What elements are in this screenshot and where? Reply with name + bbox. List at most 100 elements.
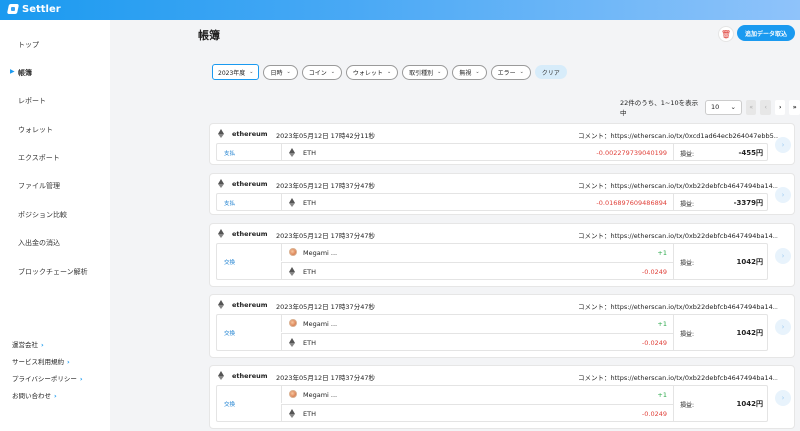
transaction-datetime: 2023年05月12日 17時37分47秒 — [276, 303, 375, 311]
sidebar-item-blockchain-analysis[interactable]: ブロックチェーン解析 — [18, 267, 88, 277]
nft-icon — [289, 390, 297, 398]
first-page-button[interactable]: « — [745, 99, 757, 115]
delete-button[interactable]: 🗑 — [718, 26, 734, 42]
filter-ignore[interactable]: 無視 ⌄ — [452, 64, 487, 80]
transaction-type: 交換 — [224, 402, 236, 408]
app-name: Settler — [22, 4, 61, 15]
chevron-down-icon: ⌄ — [386, 69, 392, 75]
clear-filters-button[interactable]: クリア — [534, 65, 567, 79]
chevron-down-icon: ⌄ — [475, 69, 480, 75]
token-amount: -0.0249 — [641, 339, 667, 347]
transaction-detail: 交換 Megami ... +1 ETH -0.0249 損益: 1042円 — [216, 385, 768, 422]
token-name: Megami ... — [303, 320, 338, 328]
profit-loss: 損益: 1042円 — [673, 244, 769, 279]
filter-datetime[interactable]: 日時 ⌄ — [263, 64, 298, 80]
chevron-right-icon: › — [781, 323, 785, 331]
token-amount: -0.016897609486894 — [596, 199, 667, 207]
footer-link-company[interactable]: 運営会社 › — [12, 339, 44, 349]
eth-icon — [289, 267, 295, 276]
eth-icon — [289, 409, 295, 418]
filter-error[interactable]: エラー ⌄ — [490, 64, 531, 80]
chevron-down-icon: ⌄ — [437, 69, 442, 75]
transaction-card[interactable]: ethereum 2023年05月12日 17時37分47秒 コメント：http… — [209, 173, 795, 215]
last-page-button[interactable]: » — [789, 99, 800, 115]
chevron-right-icon: › — [54, 392, 57, 400]
per-page-select[interactable]: 10 ⌄ — [705, 99, 742, 115]
transaction-datetime: 2023年05月12日 17時42分11秒 — [276, 132, 375, 140]
profit-loss: 損益: -3379円 — [673, 194, 769, 210]
profit-loss-label: 損益: — [680, 260, 695, 267]
eth-icon — [289, 338, 295, 347]
sidebar-item-file-management[interactable]: ファイル管理 — [18, 181, 60, 191]
token-name: Megami ... — [303, 391, 338, 399]
token-row: Megami ... +1 — [281, 244, 673, 261]
token-amount: +1 — [657, 391, 667, 399]
sidebar: ▶ トップ 帳簿 レポート ウォレット エクスポート ファイル管理 ポジション比… — [0, 20, 110, 431]
prev-page-button[interactable]: ‹ — [760, 99, 771, 115]
profit-loss-value: 1042円 — [736, 258, 763, 266]
sidebar-item-report[interactable]: レポート — [18, 96, 46, 106]
transaction-type: 交換 — [224, 260, 236, 266]
sidebar-item-reconcile[interactable]: 入出金の消込 — [18, 238, 60, 248]
ethereum-icon — [218, 229, 224, 238]
token-name: ETH — [303, 410, 316, 418]
transaction-type: 支払 — [224, 201, 236, 207]
profit-loss-value: -3379円 — [733, 199, 763, 207]
filter-coin[interactable]: コイン ⌄ — [301, 64, 342, 80]
profit-loss-label: 損益: — [680, 331, 695, 338]
open-detail-button[interactable]: › — [775, 319, 791, 335]
nft-icon — [289, 248, 297, 256]
token-name: ETH — [303, 268, 316, 276]
token-name: ETH — [303, 199, 316, 207]
chain-name: ethereum — [232, 180, 268, 188]
open-detail-button[interactable]: › — [775, 137, 791, 153]
footer-link-terms[interactable]: サービス利用規約 › — [12, 356, 70, 366]
open-detail-button[interactable]: › — [775, 248, 791, 264]
ethereum-icon — [218, 129, 224, 138]
token-name: ETH — [303, 149, 316, 157]
eth-icon — [289, 148, 295, 157]
transaction-datetime: 2023年05月12日 17時37分47秒 — [276, 374, 375, 382]
transaction-card[interactable]: ethereum 2023年05月12日 17時37分47秒 コメント：http… — [209, 365, 795, 429]
transaction-detail: 支払 ETH -0.002279739040199 損益: -455円 — [216, 143, 768, 161]
token-row: Megami ... +1 — [281, 386, 673, 403]
open-detail-button[interactable]: › — [775, 187, 791, 203]
profit-loss-value: -455円 — [738, 149, 763, 157]
profit-loss-label: 損益: — [680, 151, 695, 158]
transaction-detail: 支払 ETH -0.016897609486894 損益: -3379円 — [216, 193, 768, 211]
chevron-right-icon: › — [781, 394, 785, 402]
transaction-card[interactable]: ethereum 2023年05月12日 17時42分11秒 コメント：http… — [209, 123, 795, 165]
filter-wallet[interactable]: ウォレット ⌄ — [345, 64, 399, 80]
next-page-button[interactable]: › — [774, 99, 786, 115]
transaction-detail: 交換 Megami ... +1 ETH -0.0249 損益: 1042円 — [216, 243, 768, 280]
page-title: 帳簿 — [198, 29, 220, 42]
sidebar-item-position-compare[interactable]: ポジション比較 — [18, 210, 67, 220]
import-data-button[interactable]: 追加データ取込 — [737, 25, 795, 41]
sidebar-item-wallet[interactable]: ウォレット — [18, 125, 53, 135]
sidebar-item-ledger[interactable]: 帳簿 — [18, 68, 32, 78]
filter-trade-type[interactable]: 取引種別 ⌄ — [402, 64, 449, 80]
chevron-right-icon: › — [79, 375, 83, 383]
ethereum-icon — [218, 179, 224, 188]
profit-loss: 損益: -455円 — [673, 144, 769, 160]
transaction-comment: コメント：https://etherscan.io/tx/0xb22debfcb… — [578, 182, 778, 190]
year-select[interactable]: 2023年度 ⌄ — [212, 64, 260, 80]
logo[interactable]: Settler — [8, 4, 61, 15]
chevron-down-icon: ⌄ — [286, 69, 291, 75]
footer-link-contact[interactable]: お問い合わせ › — [12, 390, 57, 400]
token-row: ETH -0.0249 — [281, 333, 673, 350]
transaction-card[interactable]: ethereum 2023年05月12日 17時37分47秒 コメント：http… — [209, 223, 795, 287]
open-detail-button[interactable]: › — [775, 390, 791, 406]
profit-loss-value: 1042円 — [736, 400, 763, 408]
token-amount: -0.0249 — [641, 410, 667, 418]
profit-loss-label: 損益: — [680, 201, 695, 208]
chevron-right-icon: › — [781, 141, 785, 149]
profit-loss-value: 1042円 — [736, 329, 763, 337]
sidebar-item-top[interactable]: トップ — [18, 40, 39, 50]
chain-name: ethereum — [232, 301, 268, 309]
chain-name: ethereum — [232, 372, 268, 380]
sidebar-item-export[interactable]: エクスポート — [18, 153, 60, 163]
footer-link-privacy[interactable]: プライバシーポリシー › — [12, 373, 83, 383]
transaction-card[interactable]: ethereum 2023年05月12日 17時37分47秒 コメント：http… — [209, 294, 795, 358]
profit-loss: 損益: 1042円 — [673, 315, 769, 350]
